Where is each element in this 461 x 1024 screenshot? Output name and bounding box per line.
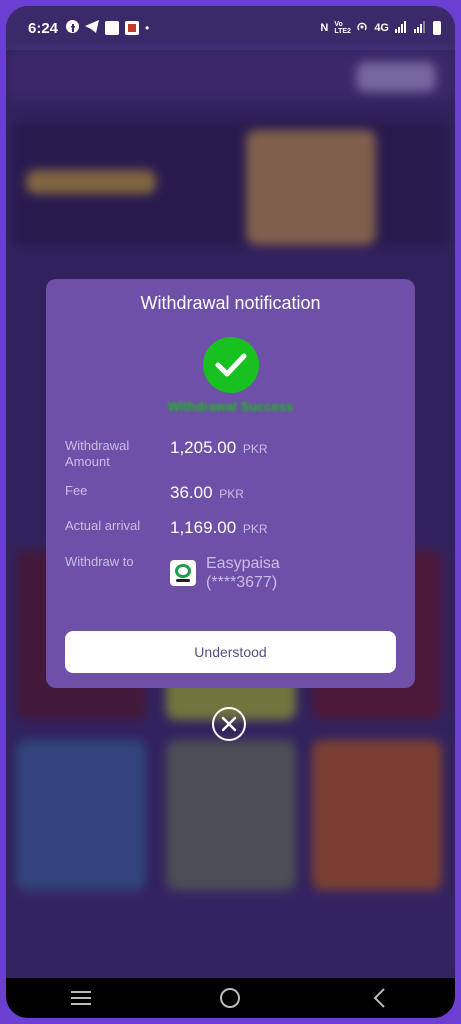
withdraw-to-label: Withdraw to — [65, 554, 134, 569]
dot-icon: • — [145, 21, 150, 35]
actual-arrival-number: 1,169.00 — [170, 518, 237, 537]
understood-button[interactable]: Understood — [65, 631, 396, 673]
payment-method: Easypaisa (****3677) — [206, 554, 280, 592]
success-check-icon — [203, 337, 259, 393]
home-button[interactable] — [210, 978, 250, 1018]
easypaisa-logo-icon — [170, 560, 196, 586]
currency-unit: PKR — [219, 487, 244, 501]
currency-unit: PKR — [242, 522, 268, 536]
success-message: Withdrawal Success — [167, 399, 294, 414]
close-icon[interactable] — [212, 707, 246, 741]
back-arrow-icon — [373, 988, 385, 1008]
actual-arrival-label: Actual arrival — [65, 518, 141, 533]
phone-screen: 6:24 • N Vo LTE2 4G Withdrawal notificat… — [6, 6, 455, 1018]
withdrawal-amount-number: 1,205.00 — [170, 438, 237, 457]
fee-value: 36.00 PKR — [170, 483, 244, 503]
facebook-icon — [66, 20, 80, 36]
nfc-icon: N — [320, 22, 329, 34]
recent-apps-button[interactable] — [61, 978, 101, 1018]
telegram-icon — [85, 20, 100, 36]
hotspot-icon — [356, 21, 368, 36]
withdrawal-amount-value: 1,205.00 PKR — [170, 438, 268, 458]
system-navigation-bar — [6, 978, 455, 1018]
status-bar: 6:24 • N Vo LTE2 4G — [6, 6, 455, 50]
dialog-title: Withdrawal notification — [140, 293, 321, 313]
status-time: 6:24 — [28, 19, 59, 37]
fee-label: Fee — [65, 483, 88, 498]
payment-account: (****3677) — [206, 574, 278, 591]
volte-label: Vo LTE2 — [334, 21, 351, 35]
payment-method-name: Easypaisa — [206, 555, 280, 572]
app-badge-icon — [105, 21, 120, 35]
actual-arrival-value: 1,169.00 PKR — [170, 518, 268, 538]
withdrawal-amount-label: Withdrawal Amount — [65, 438, 130, 469]
network-type: 4G — [374, 22, 389, 34]
back-button[interactable] — [360, 978, 400, 1018]
battery-icon — [433, 21, 441, 35]
signal-icon-2 — [414, 20, 427, 36]
menu-icon — [70, 991, 91, 1005]
fee-number: 36.00 — [170, 483, 213, 502]
withdrawal-notification-dialog: Withdrawal notification Withdrawal Succe… — [46, 279, 415, 688]
signal-icon — [395, 20, 408, 36]
home-circle-icon — [220, 988, 241, 1008]
currency-unit: PKR — [242, 442, 268, 456]
app-badge-red-icon — [125, 21, 140, 35]
